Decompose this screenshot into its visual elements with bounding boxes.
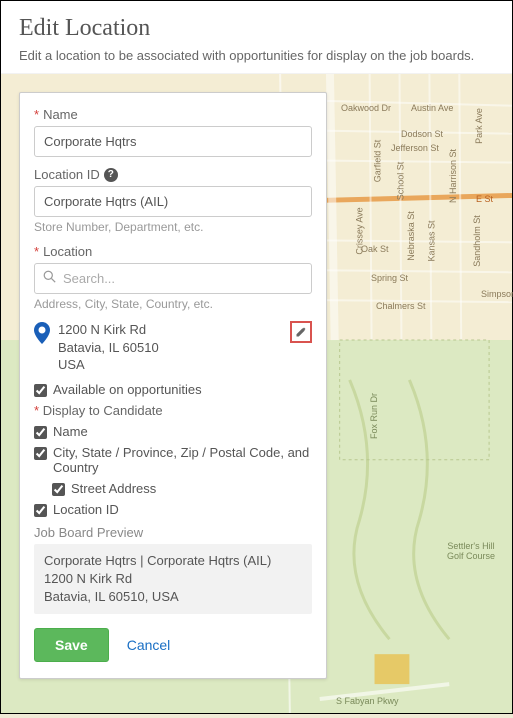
display-name-checkbox[interactable] bbox=[34, 426, 47, 439]
display-name-row[interactable]: Name bbox=[34, 424, 312, 439]
map-street-label: Spring St bbox=[371, 273, 408, 283]
map-street-label: Kansas St bbox=[427, 220, 437, 261]
location-label: *Location bbox=[34, 244, 312, 259]
map-street-label: Chalmers St bbox=[376, 301, 426, 311]
selected-address: 1200 N Kirk Rd Batavia, IL 60510 USA bbox=[58, 321, 282, 374]
available-checkbox-row[interactable]: Available on opportunities bbox=[34, 382, 312, 397]
map-street-label: Garfield St bbox=[372, 140, 382, 183]
display-locid-row[interactable]: Location ID bbox=[34, 502, 312, 517]
cancel-button[interactable]: Cancel bbox=[127, 637, 171, 653]
help-icon[interactable]: ? bbox=[104, 168, 118, 182]
page-subtitle: Edit a location to be associated with op… bbox=[19, 48, 494, 63]
map-street-label: E St bbox=[476, 194, 493, 204]
edit-address-button[interactable] bbox=[290, 321, 312, 343]
available-checkbox[interactable] bbox=[34, 384, 47, 397]
preview-label: Job Board Preview bbox=[34, 525, 312, 540]
location-id-helper: Store Number, Department, etc. bbox=[34, 220, 312, 234]
map-street-label: Simpson bbox=[481, 289, 513, 299]
display-city-row[interactable]: City, State / Province, Zip / Postal Cod… bbox=[34, 445, 312, 475]
page-header: Edit Location Edit a location to be asso… bbox=[1, 1, 512, 74]
location-id-input[interactable] bbox=[34, 186, 312, 217]
map-street-label: Dodson St bbox=[401, 129, 443, 139]
map-street-label: Park Ave bbox=[474, 108, 484, 144]
map-street-label: Oakwood Dr bbox=[341, 103, 391, 113]
location-id-label: Location ID ? bbox=[34, 167, 312, 182]
map-street-label: Fox Run Dr bbox=[369, 393, 379, 439]
save-button[interactable]: Save bbox=[34, 628, 109, 662]
display-to-candidate-label: * Display to Candidate bbox=[34, 403, 312, 418]
name-label: *Name bbox=[34, 107, 312, 122]
map-street-label: N Harrison St bbox=[448, 149, 458, 203]
display-locid-checkbox[interactable] bbox=[34, 504, 47, 517]
location-search-input[interactable] bbox=[34, 263, 312, 294]
map-street-label: Austin Ave bbox=[411, 103, 453, 113]
page-title: Edit Location bbox=[19, 15, 494, 42]
map-street-label: Nebraska St bbox=[406, 211, 416, 261]
map-street-label: Sandholm St bbox=[472, 215, 482, 267]
display-street-checkbox[interactable] bbox=[52, 483, 65, 496]
map-street-label: Oak St bbox=[361, 244, 389, 254]
display-street-row[interactable]: Street Address bbox=[52, 481, 312, 496]
map-street-label: Jefferson St bbox=[391, 143, 439, 153]
map-street-label: School St bbox=[395, 162, 405, 201]
display-city-checkbox[interactable] bbox=[34, 447, 47, 460]
location-helper: Address, City, State, Country, etc. bbox=[34, 297, 312, 311]
map-pin-icon bbox=[34, 322, 50, 349]
name-input[interactable] bbox=[34, 126, 312, 157]
map-poi-label: Settler's Hill Golf Course bbox=[441, 541, 501, 561]
edit-location-panel: *Name Location ID ? Store Number, Depart… bbox=[19, 92, 327, 679]
map-street-label: S Fabyan Pkwy bbox=[336, 696, 399, 706]
job-board-preview: Corporate Hqtrs | Corporate Hqtrs (AIL) … bbox=[34, 544, 312, 615]
